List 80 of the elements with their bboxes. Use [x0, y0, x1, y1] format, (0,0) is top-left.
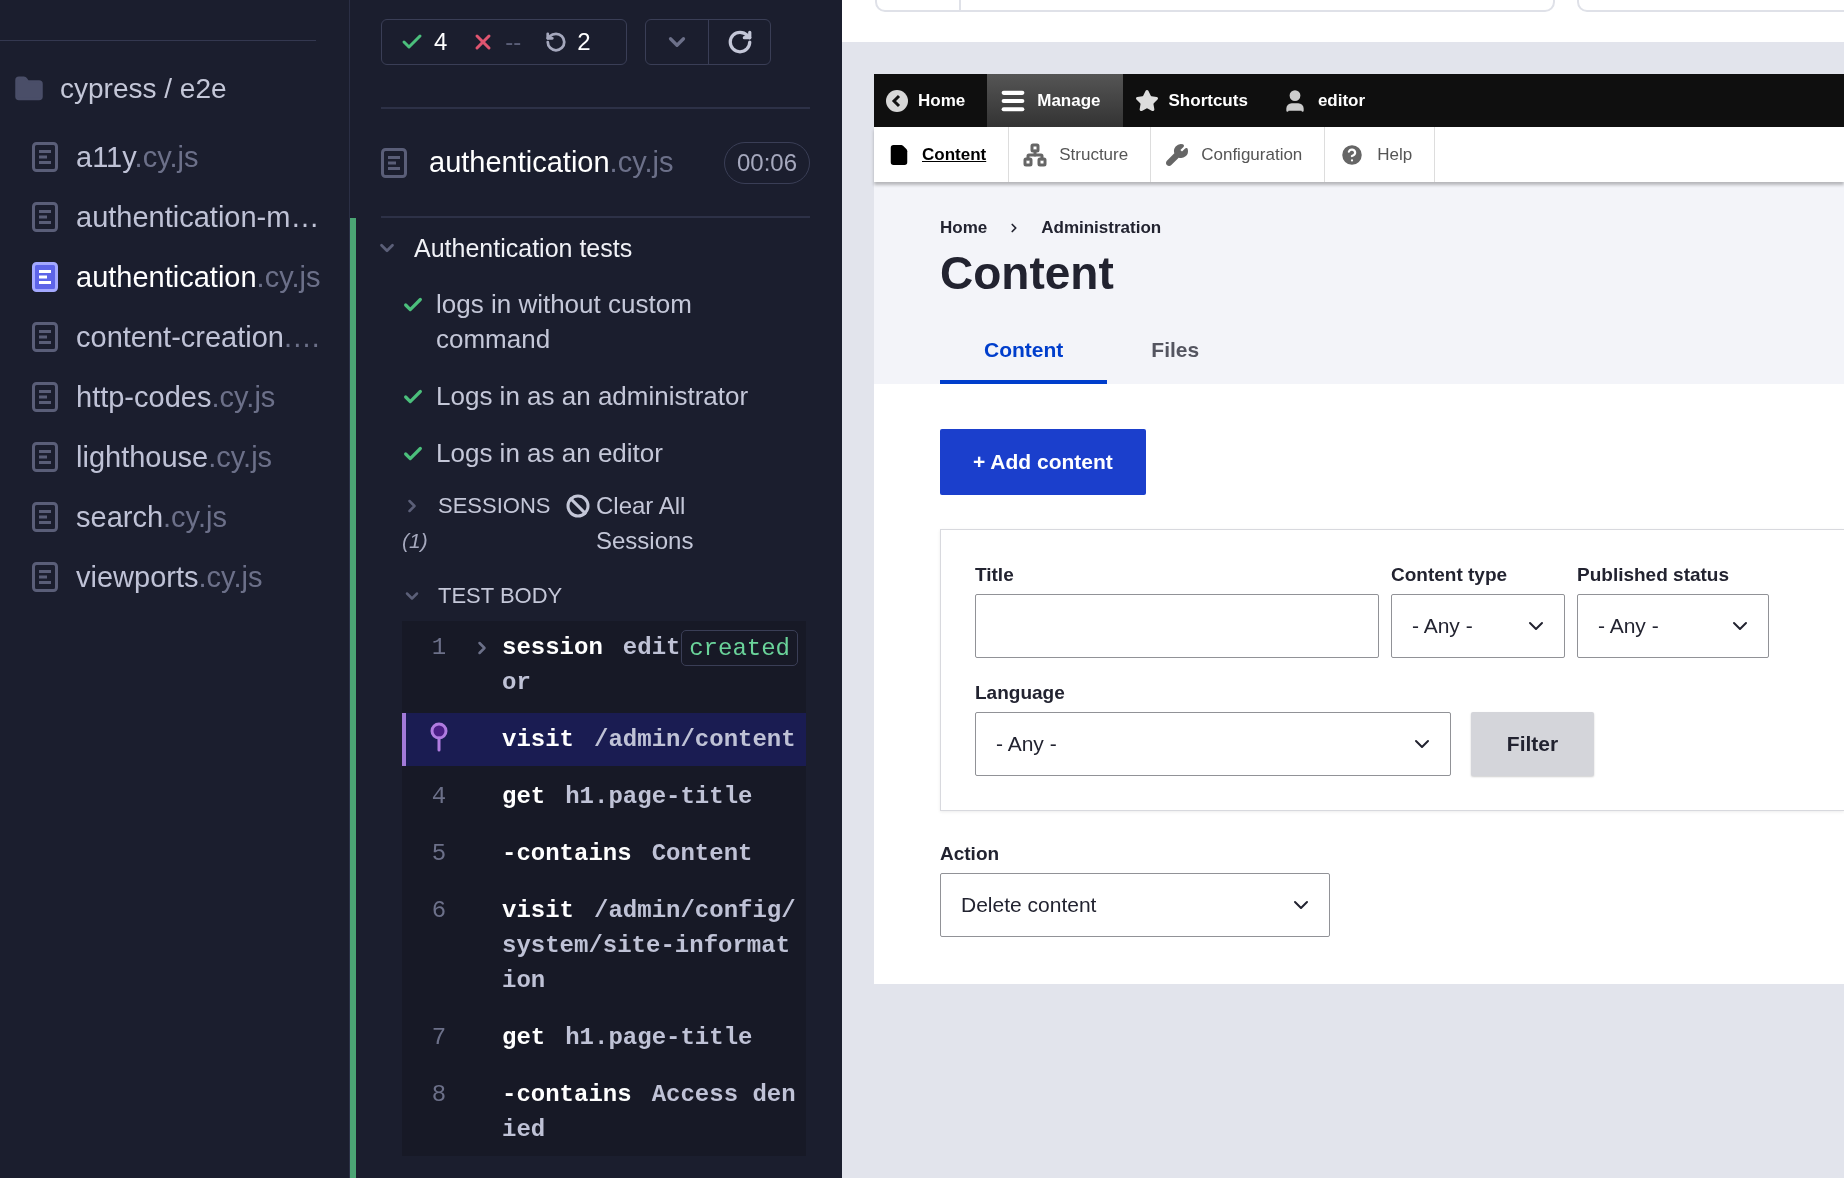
filter-button[interactable]: Filter: [1471, 712, 1594, 776]
file-icon: [381, 147, 407, 178]
command-text: get h1.page-title: [502, 1023, 754, 1053]
command-text: session editor: [502, 633, 682, 698]
page-title: Content: [940, 246, 1115, 300]
action-select[interactable]: Delete content: [940, 873, 1330, 937]
failed-count: --: [505, 28, 522, 56]
pin-icon: [429, 722, 449, 752]
line-number: 6: [430, 896, 448, 926]
content-type-select[interactable]: - Any -: [1391, 594, 1565, 658]
command-row[interactable]: visit /admin/content: [402, 713, 806, 766]
status-badge: created: [681, 630, 798, 666]
clear-icon: [566, 494, 590, 518]
command-row[interactable]: 6 visit /admin/config/system/site-information: [402, 884, 806, 1007]
command-row[interactable]: 7 get h1.page-title: [402, 1011, 806, 1064]
file-icon: [32, 322, 58, 352]
spec-file-link[interactable]: authentication-m…: [76, 200, 320, 234]
refresh-icon: [726, 29, 753, 55]
sessions-label[interactable]: SESSIONS: [438, 488, 551, 523]
command-text: visit /admin/config/system/site-information: [502, 896, 797, 996]
file-icon: [32, 382, 58, 412]
back-icon: [886, 89, 908, 112]
test-title[interactable]: Logs in as an editor: [436, 436, 663, 471]
field-label: Published status: [1577, 564, 1731, 586]
command-row[interactable]: 1 session editor created: [402, 621, 806, 709]
command-row[interactable]: 5 -contains Content: [402, 827, 806, 880]
test-title[interactable]: Logs in as an administrator: [436, 379, 749, 414]
field-label: Action: [940, 843, 1001, 865]
sessions-count: (1): [402, 528, 429, 554]
toolbar-tab[interactable]: editor: [1269, 74, 1388, 127]
spec-file-link[interactable]: http-codes.cy.js: [76, 380, 276, 414]
breadcrumb-link[interactable]: Administration: [1041, 218, 1162, 238]
toolbar-tab[interactable]: Shortcuts: [1122, 74, 1270, 127]
file-icon: [32, 142, 58, 172]
file-icon: [32, 502, 58, 532]
document-icon: [888, 143, 910, 166]
toolbar-tab[interactable]: Home: [874, 74, 988, 127]
command-text: visit /admin/content: [502, 725, 797, 755]
sitemap-icon: [1023, 142, 1048, 167]
pending-count: 2: [577, 28, 591, 56]
test-body-label[interactable]: TEST BODY: [438, 582, 563, 609]
page-tab[interactable]: Files: [1107, 324, 1244, 384]
file-icon: [32, 202, 58, 232]
line-number: 1: [430, 633, 448, 663]
title-field[interactable]: [975, 594, 1379, 658]
passed-count: 4: [434, 28, 448, 56]
command-text: get h1.page-title: [502, 782, 754, 812]
field-label: Language: [975, 682, 1066, 704]
file-icon: [32, 442, 58, 472]
clear-sessions-button[interactable]: Clear All Sessions: [596, 488, 776, 558]
command-row[interactable]: 4 get h1.page-title: [402, 770, 806, 823]
spec-file-link[interactable]: search.cy.js: [76, 500, 227, 534]
breadcrumb-link[interactable]: Home: [940, 218, 988, 238]
spec-file-link[interactable]: viewports.cy.js: [76, 560, 263, 594]
wrench-icon: [1165, 142, 1190, 167]
command-text: -contains Content: [502, 839, 754, 869]
add-content-button[interactable]: + Add content: [940, 429, 1146, 495]
language-select[interactable]: - Any -: [975, 712, 1451, 776]
file-icon: [32, 562, 58, 592]
line-number: 5: [430, 839, 448, 869]
command-text: -contains Access denied: [502, 1080, 797, 1145]
spec-file-link[interactable]: lighthouse.cy.js: [76, 440, 273, 474]
test-title[interactable]: logs in without custom command: [436, 287, 776, 357]
spec-file-link[interactable]: a11y.cy.js: [76, 140, 199, 174]
line-number: 7: [430, 1023, 448, 1053]
star-icon: [1134, 88, 1159, 113]
suite-title[interactable]: Authentication tests: [414, 233, 633, 263]
status-select[interactable]: - Any -: [1577, 594, 1769, 658]
line-number: 8: [430, 1080, 448, 1110]
file-icon: [32, 262, 58, 292]
spec-file-link[interactable]: content-creation.…: [76, 320, 322, 354]
folder-name: cypress / e2e: [60, 73, 227, 105]
field-label: Content type: [1391, 564, 1509, 586]
toolbar-tab[interactable]: Manage: [987, 74, 1123, 127]
command-row[interactable]: 8 -contains Access denied: [402, 1068, 806, 1156]
pending-icon: [545, 31, 568, 53]
field-label: Title: [975, 564, 1015, 586]
spec-file-link[interactable]: authentication.cy.js: [76, 260, 321, 294]
line-number: 4: [430, 782, 448, 812]
spec-title: authentication.cy.js: [429, 146, 675, 179]
